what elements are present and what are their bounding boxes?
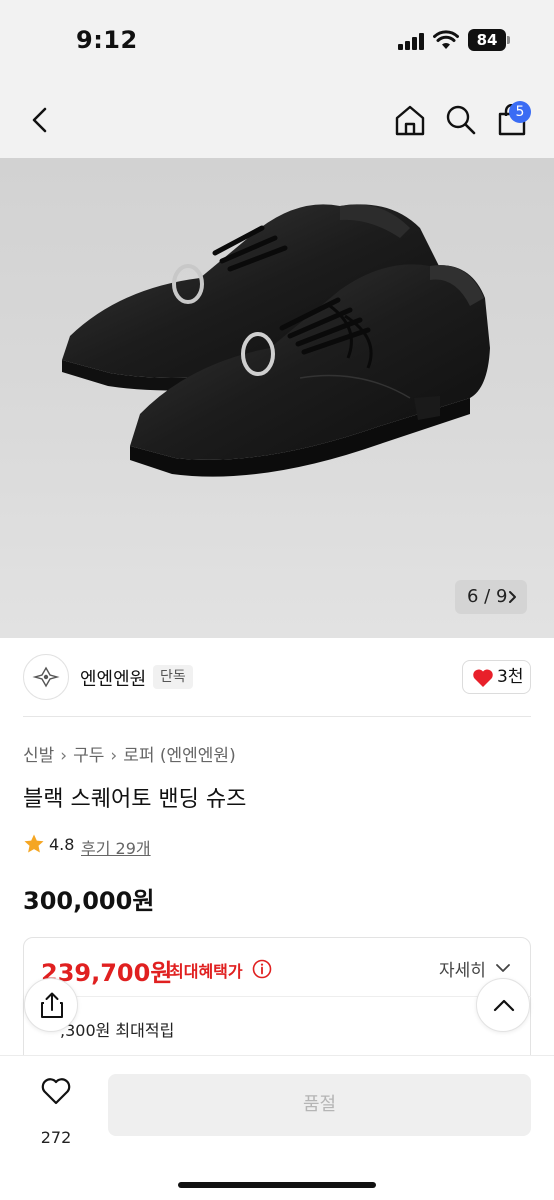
- product-image-gallery[interactable]: [0, 158, 554, 638]
- brand-like-count: 3천: [497, 667, 524, 687]
- breadcrumb-item-category[interactable]: 신발: [23, 746, 54, 766]
- product-image: [62, 204, 490, 477]
- chevron-down-icon: [496, 964, 510, 972]
- chevron-right-icon: [509, 591, 516, 603]
- image-counter[interactable]: 6 / 9: [455, 580, 527, 614]
- review-count-link[interactable]: 후기 29개: [81, 835, 151, 859]
- brand-emblem-icon: [32, 666, 60, 688]
- brand-row: 엔엔엔원 단독 3천: [0, 640, 554, 718]
- breadcrumb-item-leaf[interactable]: 로퍼 (엔엔엔원): [123, 746, 236, 766]
- heart-outline-icon: [41, 1078, 71, 1105]
- wishlist-count: 272: [40, 1128, 72, 1147]
- heart-filled-icon: [473, 669, 493, 687]
- breadcrumb-separator-icon: ›: [60, 746, 68, 766]
- original-price: 300,000원: [23, 887, 155, 915]
- breadcrumb-separator-icon: ›: [110, 746, 118, 766]
- brand-like-button[interactable]: 3천: [462, 660, 531, 694]
- wishlist-button[interactable]: 272: [28, 1074, 84, 1147]
- benefit-separator: [25, 996, 531, 997]
- benefit-detail-label: 자세히: [439, 961, 486, 981]
- product-title: 블랙 스퀘어토 밴딩 슈즈: [23, 787, 247, 812]
- divider: [23, 716, 531, 717]
- top-navigation: [0, 80, 554, 158]
- info-icon[interactable]: [252, 959, 272, 979]
- share-button[interactable]: [24, 978, 78, 1032]
- brand-logo[interactable]: [23, 654, 69, 700]
- chevron-up-icon: [493, 999, 515, 1012]
- sold-out-button[interactable]: 품절: [108, 1074, 531, 1136]
- scroll-top-button[interactable]: [476, 978, 530, 1032]
- status-time: 9:12: [76, 26, 138, 54]
- battery-indicator: 84: [468, 29, 510, 51]
- cart-count-badge: 5: [509, 101, 531, 123]
- exclusive-badge: 단독: [153, 665, 193, 689]
- wifi-icon: [433, 30, 459, 49]
- home-indicator: [178, 1182, 376, 1188]
- bottom-action-bar: 272 품절: [0, 1055, 554, 1200]
- benefit-detail-toggle[interactable]: 자세히: [439, 956, 510, 981]
- rating-score: 4.8: [49, 835, 75, 854]
- breadcrumb: 신발 › 구두 › 로퍼 (엔엔엔원): [23, 741, 236, 766]
- search-icon[interactable]: [445, 104, 477, 136]
- image-counter-text: 6 / 9: [467, 586, 508, 607]
- home-icon[interactable]: [394, 104, 426, 136]
- star-icon: [24, 834, 44, 853]
- benefit-label: 최대혜택가: [169, 962, 243, 981]
- back-arrow-icon[interactable]: [28, 106, 52, 134]
- share-icon: [41, 992, 63, 1018]
- breadcrumb-item-subcategory[interactable]: 구두: [73, 746, 104, 766]
- brand-name[interactable]: 엔엔엔원: [80, 665, 146, 691]
- cellular-signal-icon: [398, 32, 426, 50]
- status-bar: 9:12 84: [0, 0, 554, 80]
